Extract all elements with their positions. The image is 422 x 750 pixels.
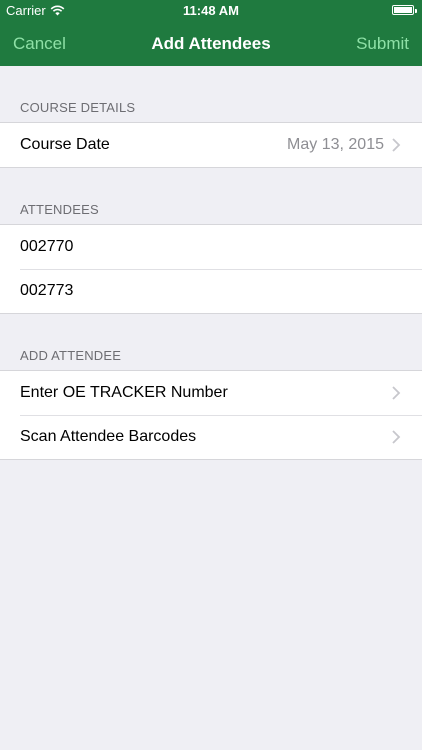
scan-barcodes-label: Scan Attendee Barcodes <box>20 428 197 445</box>
enter-tracker-number-label: Enter OE TRACKER Number <box>20 384 228 401</box>
app-screen: Carrier 11:48 AM Cancel Add Attendees Su… <box>0 0 422 750</box>
top-bar: Carrier 11:48 AM Cancel Add Attendees Su… <box>0 0 422 66</box>
course-date-row[interactable]: Course Date May 13, 2015 <box>0 123 422 167</box>
chevron-right-icon <box>392 138 401 152</box>
section-header-attendees: ATTENDEES <box>20 202 99 217</box>
attendee-row[interactable]: 002773 <box>0 269 422 313</box>
scan-barcodes-row[interactable]: Scan Attendee Barcodes <box>0 415 422 459</box>
section-header-add-attendee: ADD ATTENDEE <box>20 348 122 363</box>
course-details-group: Course Date May 13, 2015 <box>0 122 422 168</box>
submit-button[interactable]: Submit <box>356 34 409 54</box>
attendee-row[interactable]: 002770 <box>0 225 422 269</box>
attendee-number: 002773 <box>20 282 74 299</box>
status-time: 11:48 AM <box>183 3 239 18</box>
attendee-number: 002770 <box>20 238 74 255</box>
course-date-label: Course Date <box>20 136 110 153</box>
add-attendee-group: Enter OE TRACKER Number Scan Attendee Ba… <box>0 370 422 460</box>
navigation-bar: Cancel Add Attendees Submit <box>0 22 422 66</box>
attendees-group: 002770 002773 <box>0 224 422 314</box>
chevron-right-icon <box>392 430 401 444</box>
course-date-value: May 13, 2015 <box>287 136 384 153</box>
battery-icon <box>392 5 417 15</box>
status-bar: Carrier 11:48 AM <box>0 0 422 22</box>
section-header-course-details: COURSE DETAILS <box>20 100 136 115</box>
enter-tracker-number-row[interactable]: Enter OE TRACKER Number <box>0 371 422 415</box>
battery-fill <box>394 7 412 13</box>
chevron-right-icon <box>392 386 401 400</box>
